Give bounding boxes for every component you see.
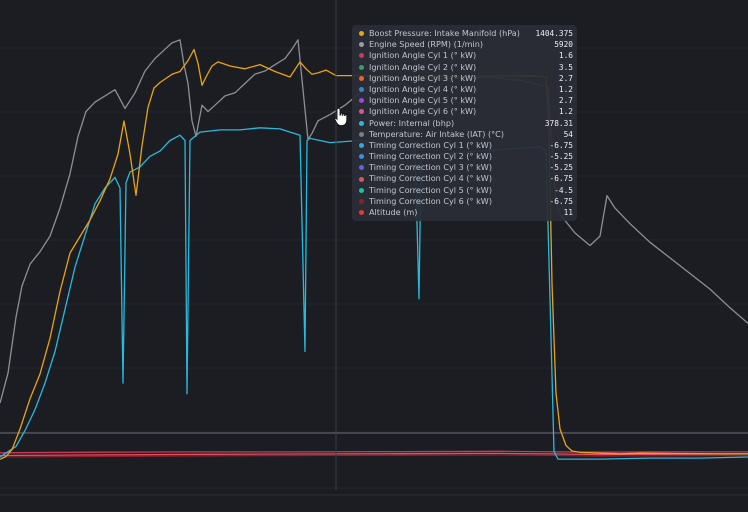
tooltip-row-value: 5920 bbox=[554, 40, 573, 50]
tooltip-row-label: Timing Correction Cyl 2 (° kW) bbox=[369, 151, 492, 162]
tooltip-row-value: -5.25 bbox=[549, 152, 573, 162]
tooltip-row: Power: Internal (bhp) 378.31 bbox=[359, 118, 573, 129]
tooltip-row-label: Timing Correction Cyl 6 (° kW) bbox=[369, 195, 492, 206]
tooltip-row-label: Timing Correction Cyl 3 (° kW) bbox=[369, 162, 492, 173]
series-dot-icon bbox=[359, 31, 364, 37]
tooltip-row-label: Ignition Angle Cyl 4 (° kW) bbox=[369, 83, 477, 94]
series-dot-icon bbox=[359, 142, 364, 148]
series-dot-icon bbox=[359, 53, 364, 59]
series-dot-icon bbox=[359, 210, 364, 216]
tooltip-row: Altitude (m) 11 bbox=[359, 207, 573, 218]
tooltip-row-label: Power: Internal (bhp) bbox=[369, 117, 455, 128]
tooltip-row-value: 1.2 bbox=[558, 84, 573, 94]
tooltip-row: Timing Correction Cyl 2 (° kW) -5.25 bbox=[359, 151, 573, 162]
tooltip-row: Boost Pressure: Intake Manifold (hPa) 140… bbox=[359, 28, 573, 39]
tooltip-row: Ignition Angle Cyl 5 (° kW) 2.7 bbox=[359, 95, 573, 106]
tooltip-row: Timing Correction Cyl 3 (° kW) -5.25 bbox=[359, 162, 573, 173]
series-dot-icon bbox=[359, 120, 364, 126]
series-dot-icon bbox=[359, 198, 364, 204]
tooltip-row-value: -4.5 bbox=[554, 185, 573, 195]
series-dot-icon bbox=[359, 154, 364, 160]
tooltip-row-label: Ignition Angle Cyl 5 (° kW) bbox=[369, 95, 477, 106]
series-dot-icon bbox=[359, 131, 364, 137]
tooltip-row-value: 3.5 bbox=[558, 62, 573, 72]
tooltip-row-label: Ignition Angle Cyl 1 (° kW) bbox=[369, 50, 477, 61]
series-dot-icon bbox=[359, 165, 364, 171]
tooltip-row-label: Altitude (m) bbox=[369, 207, 418, 217]
tooltip-row-label: Engine Speed (RPM) (1/min) bbox=[369, 39, 484, 50]
tooltip-row: Timing Correction Cyl 1 (° kW) -6.75 bbox=[359, 140, 573, 151]
hover-tooltip: Boost Pressure: Intake Manifold (hPa) 140… bbox=[352, 25, 577, 221]
tooltip-row-label: Timing Correction Cyl 4 (° kW) bbox=[369, 173, 492, 184]
tooltip-row-value: -6.75 bbox=[549, 196, 573, 206]
tooltip-row: Temperature: Air Intake (IAT) (°C) 54 bbox=[359, 129, 573, 140]
tooltip-row-label: Ignition Angle Cyl 3 (° kW) bbox=[369, 72, 477, 83]
tooltip-row: Engine Speed (RPM) (1/min) 5920 bbox=[359, 39, 573, 50]
tooltip-row: Ignition Angle Cyl 4 (° kW) 1.2 bbox=[359, 84, 573, 95]
tooltip-row: Ignition Angle Cyl 6 (° kW) 1.2 bbox=[359, 106, 573, 117]
tooltip-row-value: 2.7 bbox=[558, 73, 573, 83]
series-dot-icon bbox=[359, 87, 364, 93]
tooltip-row-label: Timing Correction Cyl 5 (° kW) bbox=[369, 184, 492, 195]
hand-pointer-icon bbox=[334, 107, 348, 127]
tooltip-row-value: 54 bbox=[563, 129, 573, 139]
tooltip-row: Timing Correction Cyl 5 (° kW) -4.5 bbox=[359, 185, 573, 196]
tooltip-row-value: -6.75 bbox=[549, 174, 573, 184]
tooltip-row: Ignition Angle Cyl 3 (° kW) 2.7 bbox=[359, 73, 573, 84]
tooltip-row: Timing Correction Cyl 6 (° kW) -6.75 bbox=[359, 196, 573, 207]
tooltip-row-label: Temperature: Air Intake (IAT) (°C) bbox=[369, 128, 504, 139]
series-dot-icon bbox=[359, 75, 364, 81]
series-dot-icon bbox=[359, 98, 364, 104]
tooltip-row: Timing Correction Cyl 4 (° kW) -6.75 bbox=[359, 173, 573, 184]
series-dot-icon bbox=[359, 109, 364, 115]
tooltip-row: Ignition Angle Cyl 2 (° kW) 3.5 bbox=[359, 62, 573, 73]
tooltip-row-value: 11 bbox=[563, 208, 573, 217]
tooltip-row-value: 378.31 bbox=[544, 118, 573, 128]
series-dot-icon bbox=[359, 64, 364, 70]
tooltip-row: Ignition Angle Cyl 1 (° kW) 1.6 bbox=[359, 50, 573, 61]
series-dot-icon bbox=[359, 187, 364, 193]
tooltip-row-value: 1.6 bbox=[558, 51, 573, 61]
series-dot-icon bbox=[359, 42, 364, 48]
tooltip-row-value: -5.25 bbox=[549, 163, 573, 173]
tooltip-row-value: -6.75 bbox=[549, 140, 573, 150]
tooltip-row-label: Ignition Angle Cyl 6 (° kW) bbox=[369, 106, 477, 117]
series-dot-icon bbox=[359, 176, 364, 182]
tooltip-row-label: Timing Correction Cyl 1 (° kW) bbox=[369, 139, 492, 150]
tooltip-row-value: 1404.375 bbox=[535, 29, 573, 38]
tooltip-row-value: 1.2 bbox=[558, 107, 573, 117]
series-line-ignition-angle-cyl-1-kw bbox=[0, 450, 748, 454]
tooltip-row-label: Ignition Angle Cyl 2 (° kW) bbox=[369, 61, 477, 72]
tooltip-row-value: 2.7 bbox=[558, 96, 573, 106]
tooltip-row-label: Boost Pressure: Intake Manifold (hPa) bbox=[369, 28, 520, 38]
